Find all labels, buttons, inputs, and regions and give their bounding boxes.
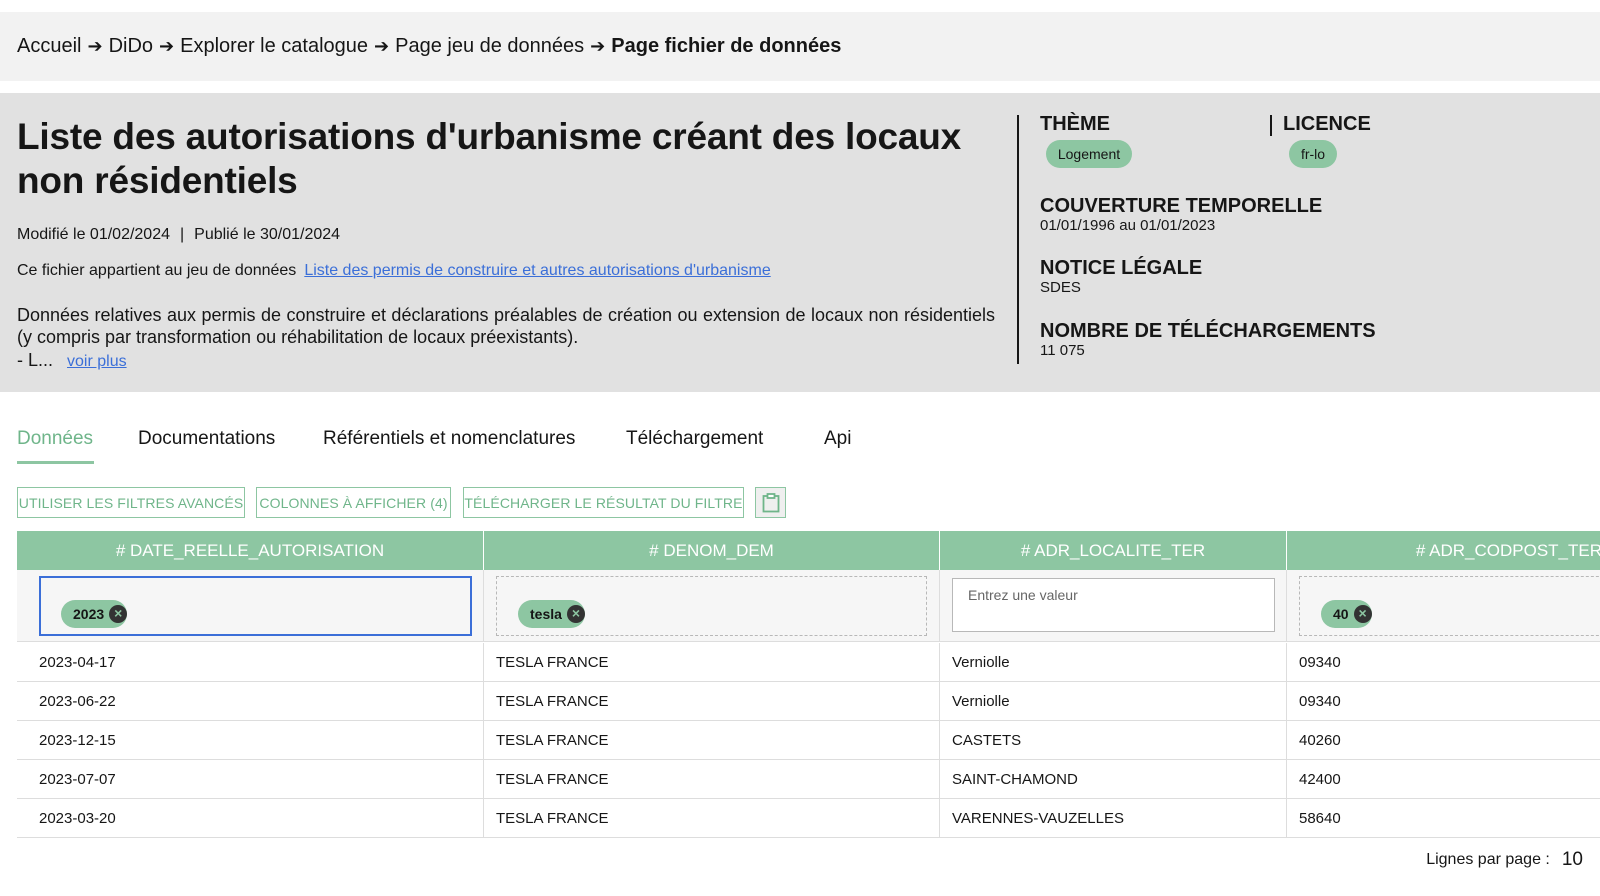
cell-localite: Verniolle bbox=[940, 682, 1287, 721]
downloads-value: 11 075 bbox=[1040, 342, 1085, 359]
cell-denom: TESLA FRANCE bbox=[484, 682, 940, 721]
filter-chip-codpost: 40 × bbox=[1321, 600, 1372, 628]
clipboard-icon bbox=[762, 492, 779, 512]
breadcrumb: Accueil ➔ DiDo ➔ Explorer le catalogue ➔… bbox=[0, 12, 1600, 81]
close-icon[interactable]: × bbox=[109, 605, 128, 623]
page-title: Liste des autorisations d'urbanisme créa… bbox=[17, 116, 962, 201]
notice-label: Notice légale bbox=[1040, 257, 1203, 279]
cell-date: 2023-12-15 bbox=[17, 721, 484, 760]
filter-chip-denom-label: tesla bbox=[530, 606, 562, 622]
notice-value: SDES bbox=[1040, 279, 1081, 296]
file-header: Liste des autorisations d'urbanisme créa… bbox=[0, 93, 1600, 392]
active-tab-indicator bbox=[17, 461, 94, 464]
table-header: # DATE_REELLE_AUTORISATION # DENOM_DEM #… bbox=[17, 531, 1600, 570]
cell-codpost: 58640 bbox=[1299, 810, 1341, 827]
download-filter-button[interactable]: TÉLÉCHARGER LE RÉSULTAT DU FILTRE bbox=[463, 487, 744, 518]
filter-chip-date-label: 2023 bbox=[73, 606, 105, 622]
description: Données relatives aux permis de construi… bbox=[17, 305, 995, 347]
published-date: Publié le 30/01/2024 bbox=[194, 226, 341, 243]
column-header-localite[interactable]: # ADR_LOCALITE_TER bbox=[940, 531, 1287, 570]
filter-cell-codpost: 40 × bbox=[1287, 570, 1600, 642]
rows-per-page-label: Lignes par page : bbox=[1426, 851, 1550, 868]
filter-chip-codpost-label: 40 bbox=[1333, 606, 1349, 622]
cell-denom: TESLA FRANCE bbox=[484, 721, 940, 760]
localite-filter-input[interactable]: Entrez une valeur bbox=[952, 578, 1275, 632]
filter-cell-localite: Entrez une valeur bbox=[940, 570, 1287, 642]
cell-denom: TESLA FRANCE bbox=[484, 643, 940, 682]
downloads-label: Nombre de téléchargements bbox=[1040, 320, 1376, 342]
belongs-text: Ce fichier appartient au jeu de données bbox=[17, 262, 297, 279]
table-row[interactable]: 2023-06-22 TESLA FRANCE Verniolle 09340 bbox=[17, 682, 1600, 721]
header-divider bbox=[1017, 115, 1019, 364]
columns-button[interactable]: COLONNES À AFFICHER (4) bbox=[256, 487, 451, 518]
licence-badge[interactable]: fr-lo bbox=[1289, 140, 1337, 168]
dates-line: Modifié le 01/02/2024 | Publié le 30/01/20… bbox=[17, 226, 340, 244]
licence-label: Licence bbox=[1283, 113, 1371, 135]
coverage-value: 01/01/1996 au 01/01/2023 bbox=[1040, 217, 1216, 234]
tab-donnees[interactable]: Données bbox=[17, 428, 93, 450]
column-header-denom[interactable]: # DENOM_DEM bbox=[484, 531, 940, 570]
cell-denom: TESLA FRANCE bbox=[484, 760, 940, 799]
theme-label: Thème bbox=[1040, 113, 1110, 135]
arrow-right-icon: ➔ bbox=[374, 36, 390, 56]
cell-codpost: 09340 bbox=[1299, 693, 1341, 710]
filter-cell-date: 2023 × bbox=[17, 570, 484, 642]
description-truncated: - L... bbox=[17, 350, 54, 370]
description-more: - L... voir plus bbox=[17, 350, 127, 371]
filter-chip-denom: tesla × bbox=[518, 600, 585, 628]
breadcrumb-dido[interactable]: DiDo bbox=[109, 35, 153, 58]
pagination: Lignes par page : 10 bbox=[1426, 849, 1583, 871]
arrow-right-icon: ➔ bbox=[87, 36, 103, 56]
codpost-filter-field[interactable]: 40 × bbox=[1299, 576, 1600, 636]
cell-localite: SAINT-CHAMOND bbox=[940, 760, 1287, 799]
cell-localite: Verniolle bbox=[940, 643, 1287, 682]
theme-badge[interactable]: Logement bbox=[1046, 140, 1132, 168]
cell-localite: CASTETS bbox=[940, 721, 1287, 760]
close-icon[interactable]: × bbox=[1353, 605, 1372, 623]
close-icon[interactable]: × bbox=[566, 605, 585, 623]
cell-codpost: 40260 bbox=[1299, 732, 1341, 749]
clipboard-button[interactable] bbox=[755, 487, 786, 518]
cell-date: 2023-04-17 bbox=[17, 643, 484, 682]
table-row[interactable]: 2023-03-20 TESLA FRANCE VARENNES-VAUZELL… bbox=[17, 799, 1600, 838]
dataset-belongs: Ce fichier appartient au jeu de données L… bbox=[17, 262, 771, 280]
arrow-right-icon: ➔ bbox=[590, 36, 606, 56]
date-filter-field[interactable]: 2023 × bbox=[39, 576, 472, 636]
cell-codpost: 09340 bbox=[1299, 654, 1341, 671]
localite-filter-placeholder: Entrez une valeur bbox=[968, 587, 1078, 603]
column-header-codpost[interactable]: # ADR_CODPOST_TER bbox=[1287, 531, 1600, 570]
licence-separator bbox=[1270, 115, 1272, 136]
breadcrumb-home[interactable]: Accueil bbox=[17, 35, 81, 58]
breadcrumb-catalogue[interactable]: Explorer le catalogue bbox=[180, 35, 368, 58]
column-header-codpost-label: # ADR_CODPOST_TER bbox=[1415, 540, 1600, 560]
filter-cell-denom: tesla × bbox=[484, 570, 940, 642]
cell-date: 2023-06-22 bbox=[17, 682, 484, 721]
column-header-date[interactable]: # DATE_REELLE_AUTORISATION bbox=[17, 531, 484, 570]
tab-telechargement[interactable]: Téléchargement bbox=[626, 428, 763, 450]
table-row[interactable]: 2023-07-07 TESLA FRANCE SAINT-CHAMOND 42… bbox=[17, 760, 1600, 799]
modified-date: Modifié le 01/02/2024 bbox=[17, 226, 170, 243]
filter-chip-date: 2023 × bbox=[61, 600, 128, 628]
cell-date: 2023-03-20 bbox=[17, 799, 484, 838]
cell-date: 2023-07-07 bbox=[17, 760, 484, 799]
breadcrumb-dataset[interactable]: Page jeu de données bbox=[395, 35, 584, 58]
cell-localite: VARENNES-VAUZELLES bbox=[940, 799, 1287, 838]
denom-filter-field[interactable]: tesla × bbox=[496, 576, 927, 636]
table-row[interactable]: 2023-04-17 TESLA FRANCE Verniolle 09340 bbox=[17, 643, 1600, 682]
cell-denom: TESLA FRANCE bbox=[484, 799, 940, 838]
table-row[interactable]: 2023-12-15 TESLA FRANCE CASTETS 40260 bbox=[17, 721, 1600, 760]
tab-referentiels[interactable]: Référentiels et nomenclatures bbox=[323, 428, 575, 450]
tab-api[interactable]: Api bbox=[824, 428, 851, 450]
coverage-label: Couverture temporelle bbox=[1040, 195, 1323, 217]
rows-per-page-select[interactable]: 10 bbox=[1562, 849, 1583, 871]
filter-row: 2023 × tesla × Entrez une valeur 40 × bbox=[17, 570, 1600, 642]
voir-plus-link[interactable]: voir plus bbox=[67, 353, 127, 370]
breadcrumb-current: Page fichier de données bbox=[611, 35, 842, 57]
dates-separator: | bbox=[180, 226, 185, 243]
tab-documentations[interactable]: Documentations bbox=[138, 428, 275, 450]
arrow-right-icon: ➔ bbox=[159, 36, 175, 56]
advanced-filters-button[interactable]: UTILISER LES FILTRES AVANCÉS bbox=[17, 487, 245, 518]
dataset-link[interactable]: Liste des permis de construire et autres… bbox=[304, 262, 770, 279]
cell-codpost: 42400 bbox=[1299, 771, 1341, 788]
